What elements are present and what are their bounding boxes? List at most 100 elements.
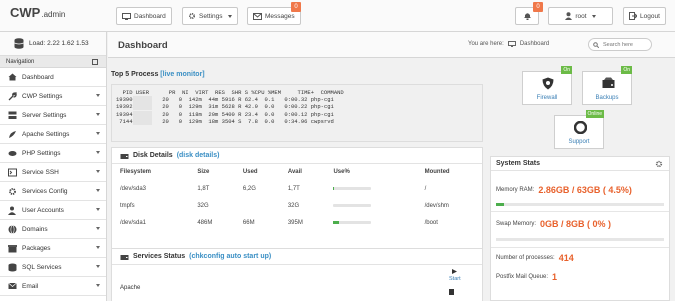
process-details: 20 0 129m 18m 3504 S 7.8 0.0 0:34.96 cwp… [152,117,334,125]
table-row: tmpfs 32G 32G/dev/shm [112,197,482,214]
sidebar-item-packages[interactable]: Packages [0,239,106,258]
support-label: Support [568,139,590,145]
memory-bar-fill [496,203,504,206]
breadcrumb-current[interactable]: Dashboard [520,41,549,47]
sidebar-item-server-settings[interactable]: Server Settings [0,106,106,125]
bell-icon [523,13,531,20]
settings-button-label: Settings [199,12,223,20]
backups-tile[interactable]: On Backups [582,66,632,105]
user-icon [565,12,573,20]
process-pid: 19390 [116,96,133,104]
redacted-user [132,103,153,111]
processes-stat: Number of processes: 414 [496,253,574,263]
sidebar-item-label: Dashboard [22,73,54,81]
sidebar-item-apache-settings[interactable]: Apache Settings [0,125,106,144]
mail-queue-label: Postfix Mail Queue: [496,274,549,280]
sidebar-item-php-settings[interactable]: PHP Settings [0,144,106,163]
collapse-icon[interactable] [92,59,98,65]
sidebar-item-label: Service SSH [22,168,59,176]
sidebar: Load: 2.22 1.62 1.53 Navigation Dashboar… [0,32,107,301]
sidebar-item-dashboard[interactable]: Dashboard [0,68,106,87]
user-icon [8,206,17,215]
disk-cell-size: 32G [197,202,209,209]
logout-button[interactable]: Logout [623,7,666,25]
sidebar-item-label: Apache Settings [22,130,70,138]
logout-icon [629,12,637,20]
brand-logo[interactable]: CWP.admin [10,5,65,20]
messages-badge: 0 [291,2,301,12]
process-pid: 7144 [116,117,133,125]
database-icon [14,38,24,49]
chevron-down-icon [96,208,100,211]
disk-cell-used: 66M [242,219,255,226]
home-icon [8,73,17,82]
sidebar-item-domains[interactable]: Domains [0,220,106,239]
live-monitor-link[interactable]: [live monitor] [160,71,204,78]
memory-label: Memory RAM: [496,187,535,193]
process-pid: 19394 [116,110,133,118]
sidebar-item-services-config[interactable]: Services Config [0,182,106,201]
system-stats-header: System Stats [491,157,669,171]
top5-process-box: PID USER PR NI VIRT RES SHR S %CPU %MEM … [111,84,483,142]
user-name: root [575,12,587,20]
process-header: PID USER PR NI VIRT RES SHR S %CPU %MEM … [116,89,344,96]
chevron-down-icon [96,227,100,230]
main-content: Top 5 Process [live monitor] PID USER PR… [108,58,483,301]
search-icon [593,42,599,48]
gear-icon[interactable] [655,160,663,168]
chevron-down-icon [591,14,596,18]
system-stats-title: System Stats [496,160,540,167]
chevron-down-icon [227,14,232,18]
monitor-icon [122,12,131,20]
top-bar: CWP.admin Dashboard Settings Messages 0 … [0,0,675,32]
top5-title-text: Top 5 Process [111,71,159,78]
disk-cell-mount: /dev/shm [424,202,449,209]
stop-icon[interactable] [449,289,454,295]
chevron-down-icon [96,284,100,287]
sidebar-item-email[interactable]: Email [0,277,106,296]
shield-icon [542,77,554,90]
load-text: Load: 2.22 1.62 1.53 [29,40,89,47]
start-button[interactable]: Start [449,269,461,282]
right-column: On Firewall On Backups Online Support Sy… [482,58,675,301]
user-menu-button[interactable]: root [548,7,613,25]
breadcrumb: You are here: Dashboard [468,41,549,47]
process-details: 20 0 129m 31m 5628 R 42.9 0.0 0:00.22 ph… [152,103,334,111]
chevron-down-icon [96,132,100,135]
sidebar-item-user-accounts[interactable]: User Accounts [0,201,106,220]
disk-details-link[interactable]: (disk details) [177,152,220,159]
disk-cell-usage [325,197,416,214]
settings-button[interactable]: Settings [182,7,238,25]
disk-cell-avail: 1,7T [287,185,300,192]
dashboard-button[interactable]: Dashboard [116,7,172,25]
table-row: /dev/sda3 1,8T 6,2G 1,7T / [112,180,482,197]
envelope-icon [8,282,17,291]
disk-column-header: Mounted [424,169,450,175]
sidebar-item-service-ssh[interactable]: Service SSH [0,163,106,182]
firewall-tile[interactable]: On Firewall [522,66,572,105]
drive-icon [120,153,129,159]
disk-cell-avail: 32G [287,202,300,209]
dashboard-button-label: Dashboard [134,12,166,20]
disk-column-header: Filesystem [120,169,152,175]
php-icon [8,149,17,158]
usage-bar [333,204,372,207]
sidebar-item-cwp-settings[interactable]: CWP Settings [0,87,106,106]
usage-bar [333,221,372,224]
swap-value: 0GB / 8GB ( 0% ) [540,219,612,229]
disk-column-header: Avail [287,169,302,175]
messages-button-label: Messages [265,12,295,20]
chevron-down-icon [96,170,100,173]
disk-cell-usage [325,214,416,231]
chkconfig-link[interactable]: (chkconfig auto start up) [189,253,271,260]
server-icon [8,111,17,120]
swap-bar [496,238,664,241]
sidebar-item-sql-services[interactable]: SQL Services [0,258,106,277]
support-tile[interactable]: Online Support [554,110,604,149]
terminal-icon [8,168,17,177]
chevron-down-icon [96,94,100,97]
disk-cell-avail: 395M [287,219,303,226]
sidebar-item-label: User Accounts [22,206,64,214]
gears-icon [8,187,17,196]
disk-column-header: Used [242,169,258,175]
